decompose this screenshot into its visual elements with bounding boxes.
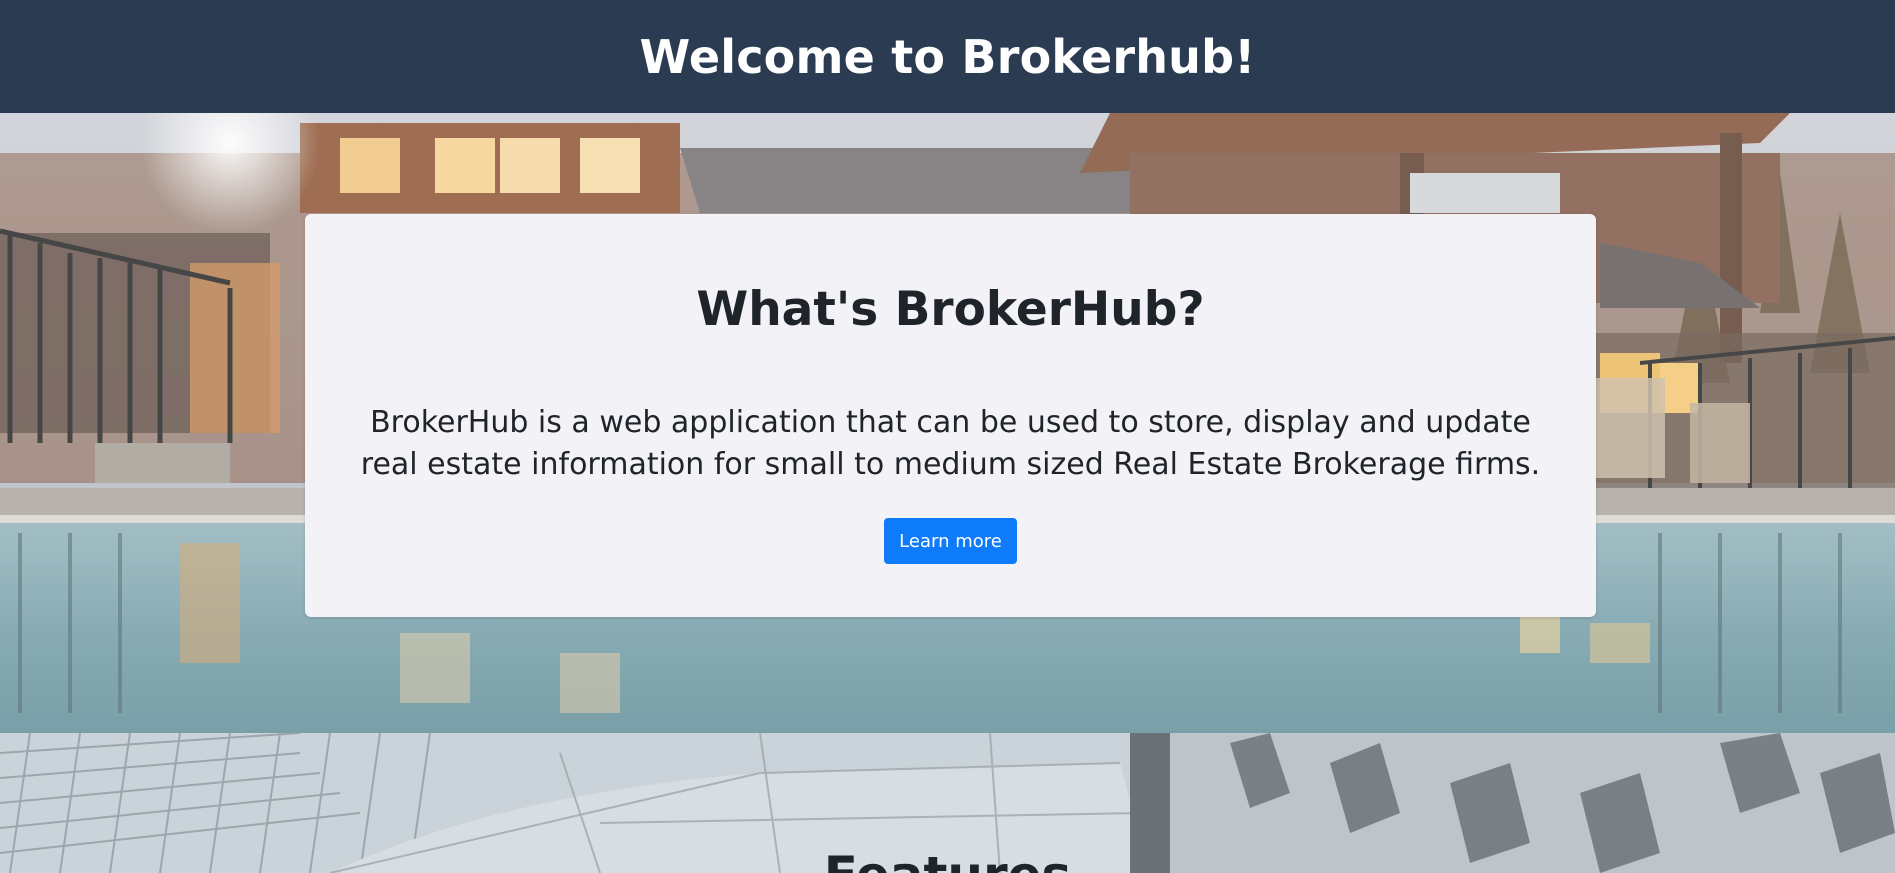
card-heading: What's BrokerHub? bbox=[696, 282, 1205, 337]
site-header: Welcome to Brokerhub! bbox=[0, 0, 1895, 113]
page-title: Welcome to Brokerhub! bbox=[639, 29, 1256, 84]
features-title: Features bbox=[0, 845, 1895, 873]
learn-more-button[interactable]: Learn more bbox=[884, 518, 1017, 564]
features-section: Features bbox=[0, 733, 1895, 873]
info-card: What's BrokerHub? BrokerHub is a web app… bbox=[305, 214, 1596, 617]
card-description: BrokerHub is a web application that can … bbox=[360, 405, 1541, 482]
hero-section: What's BrokerHub? BrokerHub is a web app… bbox=[0, 113, 1895, 733]
landing-page: Welcome to Brokerhub! What's BrokerHub? … bbox=[0, 0, 1895, 873]
